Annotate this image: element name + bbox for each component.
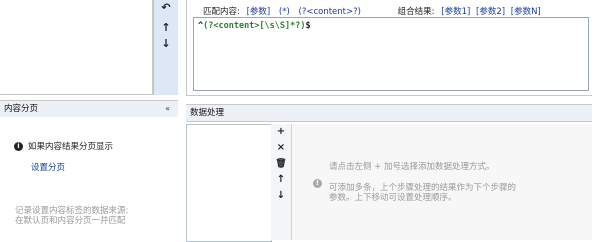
move-up-icon[interactable]: ↑: [275, 174, 287, 186]
move-up-icon[interactable]: ↑: [160, 22, 172, 34]
content-paging-title: 内容分页: [4, 104, 39, 114]
insert-content-link[interactable]: (?<content>?): [299, 7, 361, 17]
processing-list[interactable]: [186, 124, 272, 242]
param1-link[interactable]: [参数1]: [441, 7, 470, 17]
note-line-2: 在默认页和内容分页一并匹配: [15, 216, 126, 226]
processing-detail: [292, 124, 592, 240]
regex-dollar: $: [305, 21, 311, 31]
data-processing-header: 数据处理: [186, 104, 592, 122]
insert-param-link[interactable]: [参数]: [247, 7, 271, 17]
hint-line-2: 可添加多条，上个步骤处理的结果作为下个步骤的: [329, 183, 517, 193]
processing-hint-2: 可添加多条，上个步骤处理的结果作为下个步骤的 参数。上下移动可设置处理顺序。: [329, 183, 516, 203]
info-icon: i: [14, 142, 23, 151]
regex-textarea[interactable]: ^(?<content>[\s\S]*?)$: [193, 17, 589, 91]
paging-info-text: 如果内容结果分页显示: [28, 142, 114, 152]
paging-note: 记录设置内容标签的数据来源: 在默认页和内容分页一并匹配: [15, 206, 165, 226]
match-row: 匹配内容: [参数] (*) (?<content>?) 组合结果: [参数1]…: [203, 5, 541, 17]
param2-link[interactable]: [参数2]: [476, 7, 505, 17]
set-paging-link[interactable]: 设置分页: [31, 161, 65, 173]
match-label: 匹配内容:: [203, 7, 240, 17]
add-icon[interactable]: +: [275, 126, 287, 138]
insert-any-link[interactable]: (*): [279, 7, 290, 17]
note-line-1: 记录设置内容标签的数据来源:: [15, 206, 129, 216]
source-list[interactable]: [0, 0, 153, 95]
processing-toolbar: + × 🗑 ↑ ↓: [271, 124, 292, 240]
remove-icon[interactable]: ×: [275, 142, 287, 154]
move-down-icon[interactable]: ↓: [275, 190, 287, 202]
regex-body: (?<content>[\s\S]*?): [203, 21, 306, 31]
hint-info-icon: !: [313, 179, 322, 188]
trash-icon[interactable]: 🗑: [275, 158, 287, 170]
data-processing-title: 数据处理: [190, 108, 225, 118]
source-toolbar: ↶ ↑ ↓: [153, 0, 179, 95]
move-down-icon[interactable]: ↓: [160, 38, 172, 50]
processing-hint-1: 请点击左侧 + 加号选择添加数据处理方式。: [329, 162, 495, 172]
paramN-link[interactable]: [参数N]: [511, 7, 541, 17]
paging-info: i 如果内容结果分页显示: [14, 140, 113, 152]
right-edge: [592, 0, 600, 240]
content-paging-header: 内容分页 «: [0, 100, 178, 118]
combine-label: 组合结果:: [397, 7, 435, 17]
collapse-icon[interactable]: «: [165, 101, 170, 117]
hint-line-3: 参数。上下移动可设置处理顺序。: [329, 193, 457, 203]
return-icon[interactable]: ↶: [160, 2, 172, 14]
regex-text: ^(?<content>[\s\S]*?)$: [198, 21, 311, 31]
spacer: [178, 0, 186, 240]
